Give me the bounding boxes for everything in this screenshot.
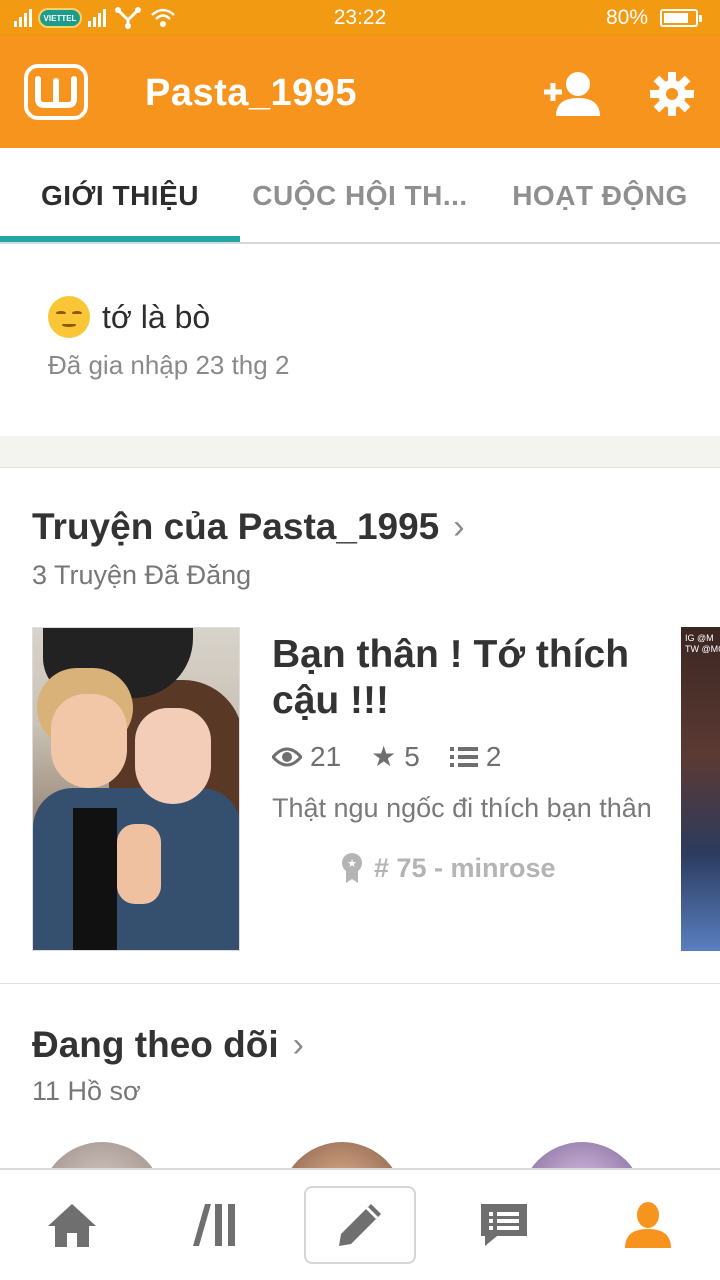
next-story-cover[interactable]: IG @M TW @MO [681,627,720,951]
nav-home[interactable] [16,1186,128,1264]
parts-stat: 2 [449,740,502,773]
avatar[interactable] [40,1142,164,1170]
svg-text:★: ★ [347,858,357,870]
profile-icon [625,1202,671,1248]
bio-text: tớ là bò [102,298,211,335]
following-section: Đang theo dõi › 11 Hồ sơ [0,984,720,1170]
parts-count: 2 [485,740,502,772]
nav-messages[interactable] [448,1186,560,1264]
page-title: Pasta_1995 [145,72,358,114]
chevron-right-icon: › [292,1025,304,1064]
stories-header[interactable]: Truyện của Pasta_1995 › [32,506,465,548]
reads-stat: 21 [272,741,341,773]
app-bar: Pasta_1995 [0,36,720,148]
battery-fill [664,13,688,23]
nav-profile[interactable] [592,1186,704,1264]
nav-write[interactable] [304,1186,416,1264]
bio-line: tớ là bò [48,296,210,338]
story-rank: ★ # 75 - minrose [340,852,662,884]
bottom-nav [0,1168,720,1280]
status-right: 80% [605,6,702,30]
wattpad-logo-icon[interactable] [24,64,88,120]
messages-icon [481,1204,527,1246]
following-title: Đang theo dõi [32,1024,279,1065]
avatar[interactable] [280,1142,404,1170]
reads-count: 21 [310,740,342,772]
active-tab-indicator [0,236,240,242]
battery-icon [660,9,702,27]
following-header[interactable]: Đang theo dõi › [32,1024,304,1066]
profile-tabs: GIỚI THIỆU CUỘC HỘI TH... HOẠT ĐỘNG [0,148,720,244]
stories-count: 3 Truyện Đã Đăng [32,560,252,590]
story-card[interactable]: Bạn thân ! Tớ thích cậu !!! 21 ★ 5 2 Thậ… [272,632,662,884]
tab-conversations[interactable]: CUỘC HỘI TH... [240,148,480,244]
story-stats: 21 ★ 5 2 [272,740,662,773]
nav-library[interactable] [160,1186,272,1264]
story-title: Bạn thân ! Tớ thích cậu !!! [272,633,630,722]
add-user-icon[interactable] [540,70,604,118]
story-description: Thật ngu ngốc đi thích bạn thân [272,793,652,823]
chevron-right-icon: › [453,507,465,546]
avatar[interactable] [520,1142,644,1170]
stories-title: Truyện của Pasta_1995 [32,506,440,547]
tab-activity[interactable]: HOẠT ĐỘNG [480,148,720,244]
tab-about[interactable]: GIỚI THIỆU [0,148,240,244]
bio-section: tớ là bò Đã gia nhập 23 thg 2 [0,246,720,436]
story-cover[interactable] [32,627,240,951]
star-icon: ★ [371,741,397,772]
eye-icon [272,747,302,766]
joined-date: Đã gia nhập 23 thg 2 [48,350,290,380]
rank-text: # 75 - minrose [374,852,556,883]
gear-icon[interactable] [648,70,696,118]
battery-percent: 80% [605,6,648,29]
list-icon [449,746,478,767]
votes-stat: ★ 5 [371,740,420,773]
section-divider [0,436,720,468]
votes-count: 5 [404,740,420,772]
pencil-icon [339,1204,381,1246]
status-bar: VIETTEL 23:22 80% [0,0,720,36]
following-count: 11 Hồ sơ [32,1076,141,1106]
stories-section: Truyện của Pasta_1995 › 3 Truyện Đã Đăng… [0,468,720,984]
relieved-face-icon [48,296,90,338]
library-icon [193,1204,235,1246]
home-icon [48,1204,96,1247]
ribbon-icon: ★ [342,853,362,883]
next-cover-text: IG @M TW @MO [685,633,720,654]
